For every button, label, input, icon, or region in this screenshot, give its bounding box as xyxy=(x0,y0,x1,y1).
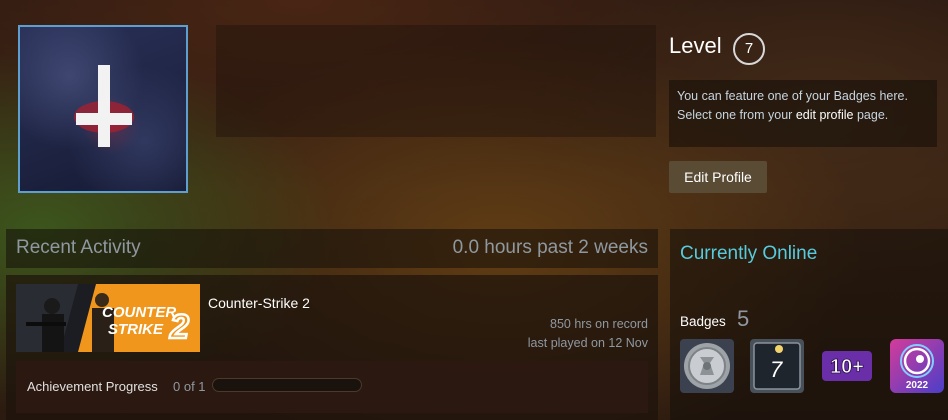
online-status-label: Currently Online xyxy=(680,243,818,264)
ten-plus-text: 10+ xyxy=(830,356,864,378)
inverted-cross-icon xyxy=(74,65,134,147)
badges-label[interactable]: Badges xyxy=(680,314,726,329)
achievement-progress-bar xyxy=(212,378,362,392)
game-hours-on-record: 850 hrs on record xyxy=(550,317,648,331)
achievement-progress-count: 0 of 1 xyxy=(173,379,206,394)
level-badge: 7 xyxy=(733,33,765,65)
capsule-number: 2 xyxy=(169,308,189,346)
steam-replay-2022-badge-icon[interactable]: 2022 xyxy=(890,339,944,393)
level-label: Level xyxy=(669,33,722,58)
edit-profile-button[interactable]: Edit Profile xyxy=(669,161,767,193)
avatar[interactable] xyxy=(18,25,188,193)
edit-profile-link[interactable]: edit profile xyxy=(796,108,854,122)
replay-year: 2022 xyxy=(906,380,929,391)
counter-strike-capsule-icon: COUNTER STRIKE 2 xyxy=(16,284,190,352)
game-capsule-image[interactable]: COUNTER STRIKE 2 xyxy=(16,284,200,352)
recent-activity-title[interactable]: Recent Activity xyxy=(16,237,141,259)
game-last-played: last played on 12 Nov xyxy=(527,336,648,350)
badge-notice-line2: Select one from your edit profile page. xyxy=(677,106,929,125)
ten-plus-badge-icon[interactable]: 10+ xyxy=(820,339,874,393)
game-name-link[interactable]: Counter-Strike 2 xyxy=(208,295,310,311)
recent-activity-hours: 0.0 hours past 2 weeks xyxy=(452,237,648,258)
achievement-progress-label: Achievement Progress xyxy=(27,379,158,394)
badge-notice-text: Select one from your xyxy=(677,108,796,122)
badge-notice-line1: You can feature one of your Badges here. xyxy=(677,89,908,103)
silver-coin-badge-icon[interactable] xyxy=(680,339,734,393)
badges-count[interactable]: 5 xyxy=(737,306,749,332)
years-of-service-number: 7 xyxy=(770,357,783,382)
badge-notice-text-end: page. xyxy=(853,108,889,122)
recent-activity-header: Recent Activity 0.0 hours past 2 weeks xyxy=(6,229,658,268)
profile-summary xyxy=(216,25,656,137)
featured-badge-notice: You can feature one of your Badges here.… xyxy=(669,80,937,147)
capsule-line1: COUNTER xyxy=(102,304,176,321)
years-of-service-badge-icon[interactable]: 7 xyxy=(750,339,804,393)
capsule-line2: STRIKE xyxy=(108,321,164,338)
